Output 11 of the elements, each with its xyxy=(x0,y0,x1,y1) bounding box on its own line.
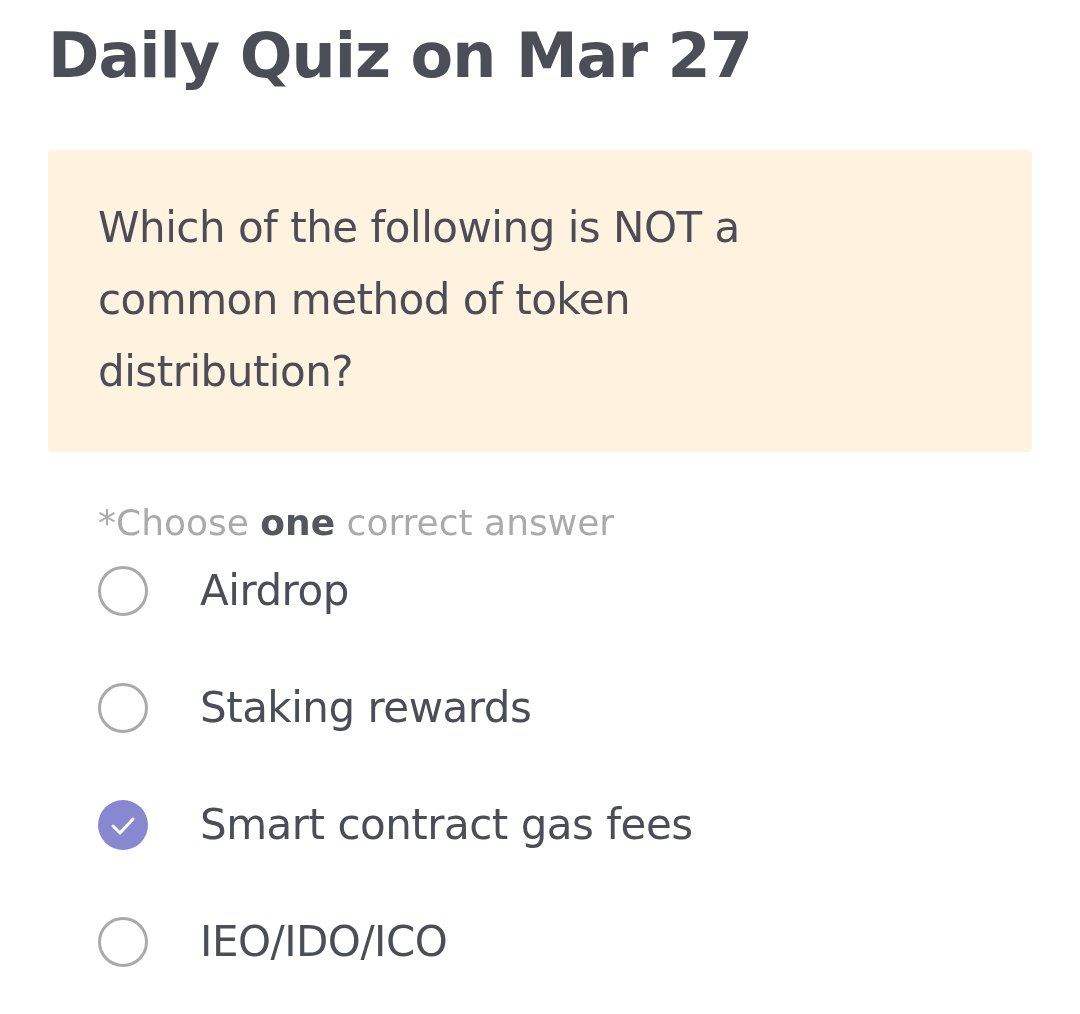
option-label[interactable]: Airdrop xyxy=(200,560,349,622)
quiz-title: Daily Quiz on Mar 27 xyxy=(48,18,753,94)
answer-hint: *Choose one correct answer xyxy=(98,501,616,545)
radio-button[interactable] xyxy=(98,566,148,616)
option-label[interactable]: Staking rewards xyxy=(200,677,532,739)
option-label[interactable]: Smart contract gas fees xyxy=(200,794,693,856)
radio-button[interactable] xyxy=(98,917,148,967)
radio-button[interactable] xyxy=(98,683,148,733)
question-text: Which of the following is NOT a common method of token distribution? xyxy=(98,202,741,398)
option-label[interactable]: IEO/IDO/ICO xyxy=(200,911,448,973)
checked-radio-icon[interactable] xyxy=(98,800,148,850)
